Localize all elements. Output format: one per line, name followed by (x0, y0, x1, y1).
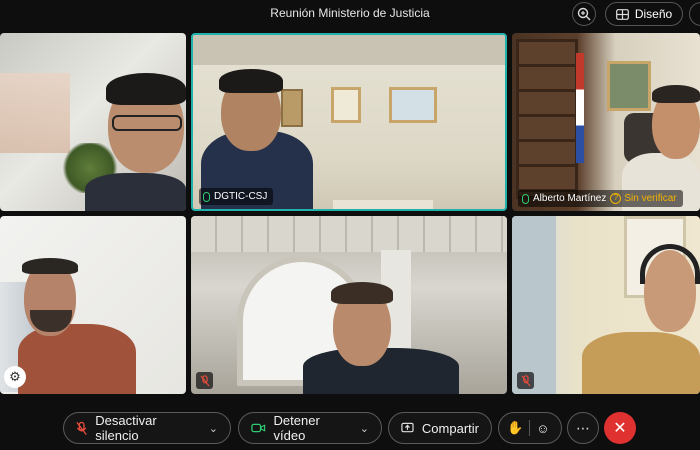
participant-hair (106, 73, 186, 105)
desk (333, 200, 433, 209)
mic-muted-badge (196, 372, 213, 389)
participant-hair (219, 69, 283, 93)
more-button[interactable]: ⋯ (567, 412, 599, 444)
divider (529, 420, 531, 436)
stop-video-button[interactable]: Detener vídeo ⌄ (238, 412, 382, 444)
share-button[interactable]: Compartir (388, 412, 492, 444)
mic-on-icon (203, 191, 210, 202)
zoom-in-icon (577, 7, 591, 21)
verification-status: ? Sin verificar (610, 193, 677, 204)
overflow-button[interactable] (689, 2, 700, 26)
unmute-button[interactable]: Desactivar silencio ⌄ (63, 412, 231, 444)
verification-label: Sin verificar (624, 193, 677, 204)
participant-body (85, 173, 186, 211)
close-icon: ✕ (613, 420, 627, 437)
frame-right (389, 87, 437, 123)
participant-glasses (112, 115, 182, 131)
hand-icon[interactable]: ✋ (507, 420, 523, 436)
warning-icon: ? (610, 193, 622, 204)
more-icon: ⋯ (576, 419, 590, 436)
reactions-group: ✋ ☺ (498, 412, 562, 444)
participant-body (18, 324, 136, 394)
grid-layout-icon (615, 8, 629, 20)
video-tile-3[interactable]: Alberto Martínez ? Sin verificar (512, 33, 700, 211)
mic-on-icon (522, 193, 529, 204)
frame-left (281, 89, 303, 127)
participant-hair (652, 85, 700, 103)
share-label: Compartir (421, 420, 479, 436)
mic-muted-icon (76, 421, 87, 435)
video-tile-6[interactable] (512, 216, 700, 394)
door (512, 216, 556, 394)
video-tile-2[interactable]: DGTIC-CSJ (191, 33, 507, 211)
zoom-button[interactable] (572, 2, 596, 26)
chevron-down-icon[interactable]: ⌄ (209, 422, 218, 435)
mic-muted-badge (517, 372, 534, 389)
video-tile-4[interactable]: ⚙ (0, 216, 186, 394)
end-call-button[interactable]: ✕ (604, 412, 636, 444)
participant-body (582, 332, 700, 394)
meeting-controls: Desactivar silencio ⌄ Detener vídeo ⌄ Co… (0, 400, 700, 450)
chevron-down-icon[interactable]: ⌄ (360, 422, 369, 435)
layout-button[interactable]: Diseño (605, 2, 683, 26)
mic-muted-icon (521, 374, 530, 386)
flag (576, 53, 584, 163)
participant-hair (331, 282, 393, 304)
bookshelf (516, 39, 578, 199)
painting (607, 61, 651, 111)
emoji-icon[interactable]: ☺ (536, 421, 549, 436)
settings-button[interactable]: ⚙ (4, 366, 26, 388)
layout-label: Diseño (634, 7, 673, 21)
participant-name-tag: Alberto Martínez ? Sin verificar (518, 190, 683, 207)
gear-icon: ⚙ (9, 369, 21, 384)
mic-muted-icon (200, 374, 209, 386)
video-tile-5[interactable] (191, 216, 507, 394)
video-tile-1[interactable] (0, 33, 186, 211)
ceiling (193, 35, 505, 65)
share-screen-icon (401, 422, 414, 433)
stop-video-label: Detener vídeo (273, 413, 320, 443)
window-blinds (0, 73, 70, 153)
participant-name: DGTIC-CSJ (214, 191, 268, 202)
frame-center (331, 87, 361, 123)
video-camera-icon (251, 423, 266, 433)
title-bar: Reunión Ministerio de Justicia Diseño (0, 0, 700, 28)
participant-name-tag: DGTIC-CSJ (199, 188, 274, 205)
participant-hair (22, 258, 78, 274)
ceiling-slats (191, 216, 507, 252)
unmute-label: Desactivar silencio (95, 413, 157, 443)
participant-name: Alberto Martínez (533, 193, 607, 204)
